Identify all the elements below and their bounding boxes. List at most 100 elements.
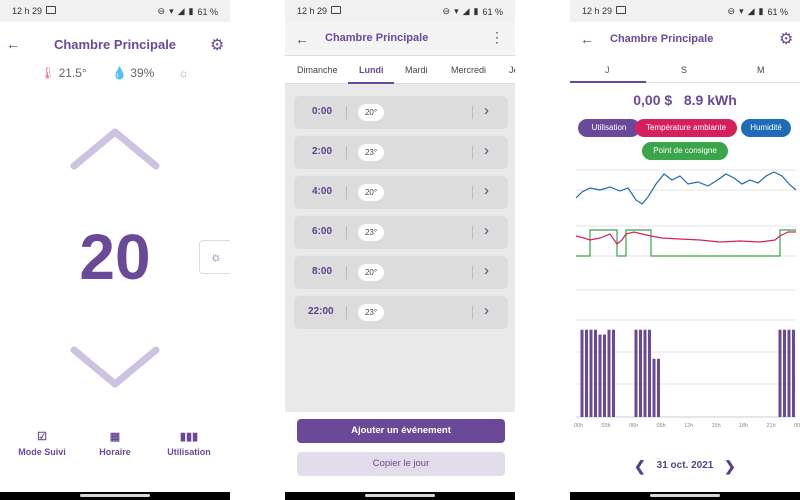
event-temp: 20° bbox=[358, 264, 384, 281]
battery-icon: ▮ bbox=[188, 6, 194, 16]
divider bbox=[472, 186, 473, 199]
tab-semaine[interactable]: S bbox=[681, 65, 687, 75]
gear-icon[interactable]: ⚙ bbox=[779, 29, 793, 49]
add-event-button[interactable]: Ajouter un événement bbox=[297, 419, 505, 443]
event-time: 2:00 bbox=[312, 146, 333, 157]
schedule-event[interactable]: 0:00 20° › bbox=[294, 96, 508, 129]
chevron-right-icon[interactable]: › bbox=[484, 262, 489, 279]
app-bar: ← Chambre Principale ⋮ bbox=[285, 22, 515, 56]
divider bbox=[346, 306, 347, 319]
schedule-screen: 12 h 29 ⊖ ▾ ◢ ▮ 61 % ← Chambre Principal… bbox=[285, 0, 515, 500]
page-title: Chambre Principale bbox=[53, 37, 177, 52]
screen-icon bbox=[616, 6, 626, 14]
status-time: 12 h 29 bbox=[297, 6, 328, 16]
temperature-panel bbox=[575, 225, 796, 257]
increase-chevron-up-icon[interactable] bbox=[70, 126, 160, 176]
event-time: 6:00 bbox=[312, 226, 333, 237]
chip-temperature[interactable]: Température ambiante bbox=[635, 119, 737, 137]
chip-utilisation[interactable]: Utilisation bbox=[578, 119, 640, 137]
nav-label: Utilisation bbox=[167, 447, 211, 457]
tab-mardi[interactable]: Mardi bbox=[405, 65, 428, 75]
chevron-right-icon[interactable]: › bbox=[484, 102, 489, 119]
tab-mois[interactable]: M bbox=[757, 65, 765, 75]
divider bbox=[346, 266, 347, 279]
more-vert-icon[interactable]: ⋮ bbox=[490, 29, 504, 46]
x-tick-label: 12h bbox=[684, 423, 693, 429]
home-indicator[interactable] bbox=[650, 494, 720, 497]
event-time: 4:00 bbox=[312, 186, 333, 197]
tab-lundi[interactable]: Lundi bbox=[359, 65, 384, 75]
usage-bar bbox=[639, 329, 642, 417]
event-time: 22:00 bbox=[308, 306, 334, 317]
event-time: 8:00 bbox=[312, 266, 333, 277]
nav-mode-suivi[interactable]: ☑ Mode Suivi bbox=[14, 430, 70, 457]
signal-icon: ◢ bbox=[462, 6, 470, 16]
date-navigator: ❮ 31 oct. 2021 ❯ bbox=[570, 458, 800, 474]
status-time: 12 h 29 bbox=[582, 6, 613, 16]
home-indicator[interactable] bbox=[80, 494, 150, 497]
temperature-readout: 🌡 21.5° bbox=[40, 66, 87, 80]
schedule-event[interactable]: 4:00 20° › bbox=[294, 176, 508, 209]
usage-bar bbox=[648, 329, 651, 417]
usage-bar bbox=[594, 329, 597, 417]
event-list: 0:00 20° › 2:00 23° › 4:00 20° › 6:00 23… bbox=[285, 84, 515, 412]
nav-horaire[interactable]: ▦ Horaire bbox=[90, 430, 140, 457]
heat-mode-sun-button[interactable]: ☼ bbox=[199, 240, 230, 274]
dnd-icon: ⊖ bbox=[442, 6, 451, 16]
chip-humidite[interactable]: Humidité bbox=[741, 119, 791, 137]
usage-bar bbox=[778, 329, 782, 417]
chevron-right-icon[interactable]: › bbox=[484, 182, 489, 199]
divider bbox=[346, 146, 347, 159]
back-arrow-icon[interactable]: ← bbox=[580, 31, 594, 47]
usage-panel bbox=[576, 289, 796, 418]
active-tab-indicator bbox=[570, 81, 646, 83]
status-right: ⊖ ▾ ◢ ▮ 61 % bbox=[728, 6, 788, 17]
gear-icon[interactable]: ⚙ bbox=[210, 35, 224, 55]
tab-mercredi[interactable]: Mercredi bbox=[451, 65, 486, 75]
setpoint-value: 20 bbox=[79, 221, 151, 293]
water-drop-icon: 💧 bbox=[112, 66, 127, 80]
battery-level: 61 % bbox=[767, 6, 788, 17]
tab-dimanche[interactable]: Dimanche bbox=[297, 65, 338, 75]
wifi-icon: ▾ bbox=[739, 6, 744, 16]
decrease-chevron-down-icon[interactable] bbox=[70, 340, 160, 390]
divider bbox=[472, 106, 473, 119]
calendar-check-icon: ☑ bbox=[37, 431, 47, 443]
usage-screen: 12 h 29 ⊖ ▾ ◢ ▮ 61 % ← Chambre Principal… bbox=[570, 0, 800, 500]
nav-label: Mode Suivi bbox=[18, 447, 66, 457]
usage-bar bbox=[607, 329, 611, 417]
previous-day-chevron-icon[interactable]: ❮ bbox=[634, 458, 646, 475]
chevron-right-icon[interactable]: › bbox=[484, 142, 489, 159]
schedule-event[interactable]: 2:00 23° › bbox=[294, 136, 508, 169]
screen-icon bbox=[331, 6, 341, 14]
signal-icon: ◢ bbox=[747, 6, 755, 16]
nav-utilisation[interactable]: ▮▮▮ Utilisation bbox=[164, 430, 214, 457]
usage-bar bbox=[783, 329, 786, 417]
chevron-right-icon[interactable]: › bbox=[484, 302, 489, 319]
next-day-chevron-icon[interactable]: ❯ bbox=[724, 458, 736, 475]
schedule-event[interactable]: 8:00 20° › bbox=[294, 256, 508, 289]
back-arrow-icon[interactable]: ← bbox=[295, 31, 309, 47]
copy-day-button[interactable]: Copier le jour bbox=[297, 452, 505, 476]
home-indicator[interactable] bbox=[365, 494, 435, 497]
status-right: ⊖ ▾ ◢ ▮ 61 % bbox=[158, 6, 218, 17]
usage-bar bbox=[589, 329, 593, 417]
chevron-right-icon[interactable]: › bbox=[484, 222, 489, 239]
usage-bar bbox=[598, 334, 602, 417]
tab-jeudi[interactable]: Je bbox=[509, 65, 515, 75]
sun-icon: ☼ bbox=[178, 66, 189, 80]
system-nav-bar bbox=[0, 492, 230, 500]
tab-jour[interactable]: J bbox=[605, 65, 610, 75]
x-tick-label: 18h bbox=[739, 423, 748, 429]
schedule-event[interactable]: 22:00 23° › bbox=[294, 296, 508, 329]
usage-bar bbox=[787, 329, 791, 417]
usage-summary: 0,00 $ 8.9 kWh bbox=[570, 92, 800, 108]
thermostat-screen: 12 h 29 ⊖ ▾ ◢ ▮ 61 % ← Chambre Principal… bbox=[0, 0, 230, 500]
temperature-value: 21.5° bbox=[58, 66, 87, 80]
humidity-panel bbox=[575, 169, 797, 205]
divider bbox=[472, 266, 473, 279]
schedule-event[interactable]: 6:00 23° › bbox=[294, 216, 508, 249]
x-axis-ticks: 00h 03h 06h 09h 12h 15h 18h 21h 00h bbox=[574, 423, 800, 429]
chip-point-consigne[interactable]: Point de consigne bbox=[642, 142, 728, 160]
usage-bar bbox=[643, 329, 647, 417]
